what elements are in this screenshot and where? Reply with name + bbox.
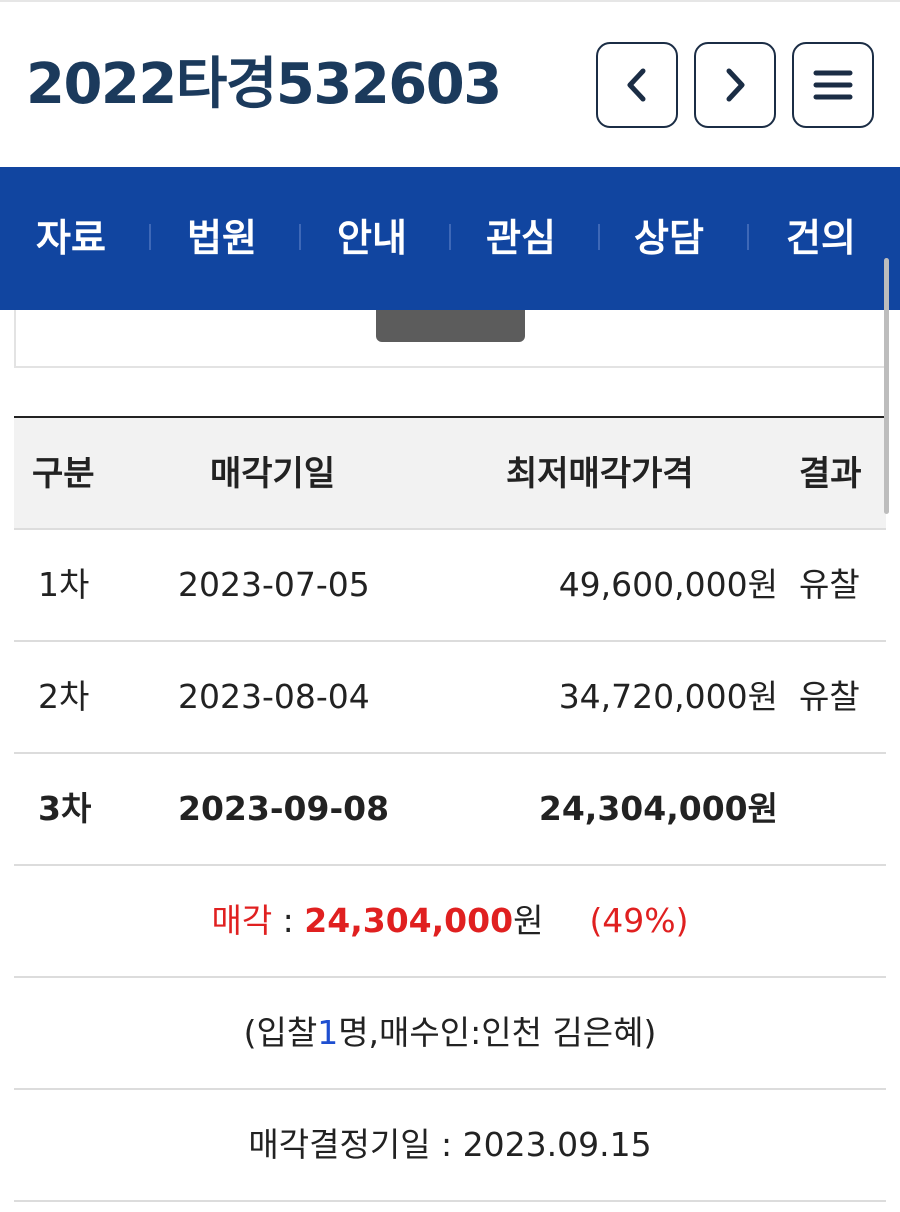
- header-sale-date: 매각기일: [210, 454, 336, 494]
- row-result: 유찰: [799, 677, 860, 716]
- bidder-suffix: 명,매수인:인천 김은혜): [338, 1013, 657, 1052]
- row-round: 3차: [38, 789, 92, 828]
- sale-result-row: 매각 : 24,304,000원 (49%): [14, 866, 886, 978]
- table-row: 1차 2023-07-05 49,600,000원 유찰: [14, 530, 886, 642]
- menu-button[interactable]: [792, 42, 874, 128]
- row-date: 2023-07-05: [178, 565, 370, 604]
- row-date: 2023-09-08: [178, 789, 390, 828]
- sale-colon: :: [272, 901, 305, 940]
- prev-button[interactable]: [596, 42, 678, 128]
- table-row-current: 3차 2023-09-08 24,304,000원: [14, 754, 886, 866]
- row-round: 2차: [38, 677, 90, 716]
- decision-date: 매각결정기일 : 2023.09.15: [248, 1125, 652, 1164]
- bidder-info-row: (입찰1명,매수인:인천 김은혜): [14, 978, 886, 1090]
- next-button[interactable]: [694, 42, 776, 128]
- scrollbar[interactable]: [884, 258, 889, 514]
- row-price: 34,720,000원: [558, 677, 778, 716]
- auction-schedule-table: 구분 매각기일 최저매각가격 결과 1차 2023-07-05 49,600,0…: [14, 416, 886, 1202]
- row-price: 49,600,000원: [558, 565, 778, 604]
- row-date: 2023-08-04: [178, 677, 370, 716]
- nav-item-court[interactable]: 법원: [187, 167, 257, 310]
- sale-amount: 24,304,000: [304, 901, 514, 940]
- nav-item-data[interactable]: 자료: [36, 167, 106, 310]
- nav-divider: [449, 224, 451, 250]
- nav-divider: [299, 224, 301, 250]
- decision-date-row: 매각결정기일 : 2023.09.15: [14, 1090, 886, 1202]
- row-price: 24,304,000원: [538, 789, 778, 828]
- bidder-prefix: (입찰: [243, 1013, 318, 1052]
- nav-divider: [598, 224, 600, 250]
- hamburger-menu-icon: [813, 68, 853, 102]
- nav-divider: [149, 224, 151, 250]
- nav-divider: [747, 224, 749, 250]
- table-row: 2차 2023-08-04 34,720,000원 유찰: [14, 642, 886, 754]
- nav-item-suggest[interactable]: 건의: [786, 167, 856, 310]
- main-nav: 자료 법원 안내 관심 상담 건의: [0, 167, 900, 310]
- row-round: 1차: [38, 565, 90, 604]
- page-header: 2022타경532603: [0, 2, 900, 168]
- sale-unit: 원: [513, 901, 544, 940]
- sale-label: 매각: [211, 901, 273, 940]
- chevron-left-icon: [622, 67, 652, 103]
- case-number-title: 2022타경532603: [26, 52, 502, 117]
- header-min-price: 최저매각가격: [506, 454, 694, 494]
- header-gubun: 구분: [32, 454, 95, 494]
- nav-item-consult[interactable]: 상담: [634, 167, 704, 310]
- bidder-count: 1: [317, 1013, 339, 1052]
- nav-item-guide[interactable]: 안내: [337, 167, 407, 310]
- table-header: 구분 매각기일 최저매각가격 결과: [14, 416, 886, 530]
- row-result: 유찰: [799, 565, 860, 604]
- chevron-right-icon: [720, 67, 750, 103]
- sale-percent: (49%): [589, 901, 689, 940]
- nav-item-interest[interactable]: 관심: [486, 167, 556, 310]
- header-result: 결과: [799, 454, 862, 494]
